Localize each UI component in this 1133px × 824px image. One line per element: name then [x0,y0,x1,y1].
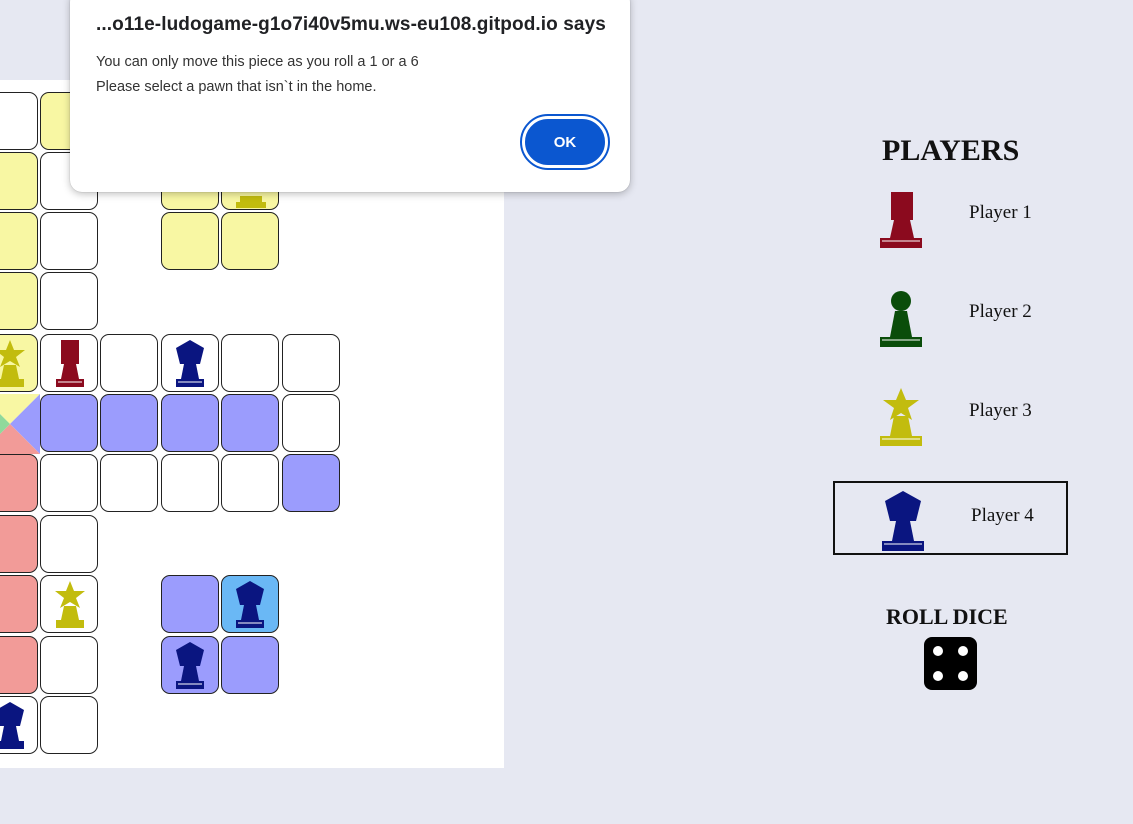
blue-start-cell[interactable] [282,454,340,512]
board-cell[interactable] [40,272,98,330]
yellow-pawn[interactable] [52,579,88,631]
blue-lane-cell[interactable] [40,394,98,452]
star-pawn-icon [877,382,925,453]
board-cell[interactable] [40,454,98,512]
pawn-icon [877,283,925,354]
board-cell[interactable] [0,152,38,210]
player-name: Player 4 [971,505,1034,526]
board-cell[interactable] [221,454,279,512]
dice-pip [933,646,943,656]
board-cell[interactable] [161,454,219,512]
pentagon-pawn-icon [879,487,927,558]
blue-lane-cell[interactable] [221,394,279,452]
player-name: Player 1 [969,202,1032,223]
board-cell[interactable] [100,454,158,512]
blue-lane-cell[interactable] [161,394,219,452]
dice-pip [958,671,968,681]
board-cell[interactable] [282,394,340,452]
red-lane-cell[interactable] [0,575,38,633]
blue-pawn[interactable] [172,338,208,390]
red-lane-cell[interactable] [0,636,38,694]
dialog-title: ...o11e-ludogame-g1o7i40v5mu.ws-eu108.gi… [96,14,606,35]
rook-icon [877,184,925,255]
player-row-4-active[interactable]: Player 4 [833,481,1068,555]
yellow-home-cell[interactable] [221,212,279,270]
alert-dialog: ...o11e-ludogame-g1o7i40v5mu.ws-eu108.gi… [70,0,630,192]
board-cell[interactable] [40,636,98,694]
player-row-1[interactable]: Player 1 [833,180,1068,254]
red-lane-cell[interactable] [0,515,38,573]
board-cell[interactable] [282,334,340,392]
board-cell[interactable] [40,515,98,573]
blue-pawn[interactable] [172,640,208,692]
roll-dice-label: ROLL DICE [886,604,1008,629]
board-cell[interactable] [0,92,38,150]
yellow-home-cell[interactable] [161,212,219,270]
board-cell[interactable] [0,272,38,330]
ok-button[interactable]: OK [520,114,610,170]
dialog-message-line: Please select a pawn that isn`t in the h… [96,79,377,95]
blue-pawn[interactable] [0,700,28,752]
board-cell[interactable] [40,696,98,754]
players-heading: PLAYERS [882,134,1020,167]
player-name: Player 3 [969,400,1032,421]
red-pawn[interactable] [52,338,88,390]
player-name: Player 2 [969,301,1032,322]
dice-button[interactable] [924,637,977,690]
dice-pip [933,671,943,681]
dialog-message-line: You can only move this piece as you roll… [96,54,419,70]
board-cell[interactable] [0,212,38,270]
player-row-2[interactable]: Player 2 [833,279,1068,353]
dice-pip [958,646,968,656]
blue-home-cell[interactable] [161,575,219,633]
center-home-icon [0,394,40,454]
blue-home-cell[interactable] [221,636,279,694]
yellow-pawn[interactable] [0,338,28,390]
board-cell[interactable] [40,212,98,270]
blue-lane-cell[interactable] [100,394,158,452]
player-row-3[interactable]: Player 3 [833,378,1068,452]
board-cell[interactable] [100,334,158,392]
blue-pawn[interactable] [232,579,268,631]
board-cell[interactable] [221,334,279,392]
red-lane-cell[interactable] [0,454,38,512]
